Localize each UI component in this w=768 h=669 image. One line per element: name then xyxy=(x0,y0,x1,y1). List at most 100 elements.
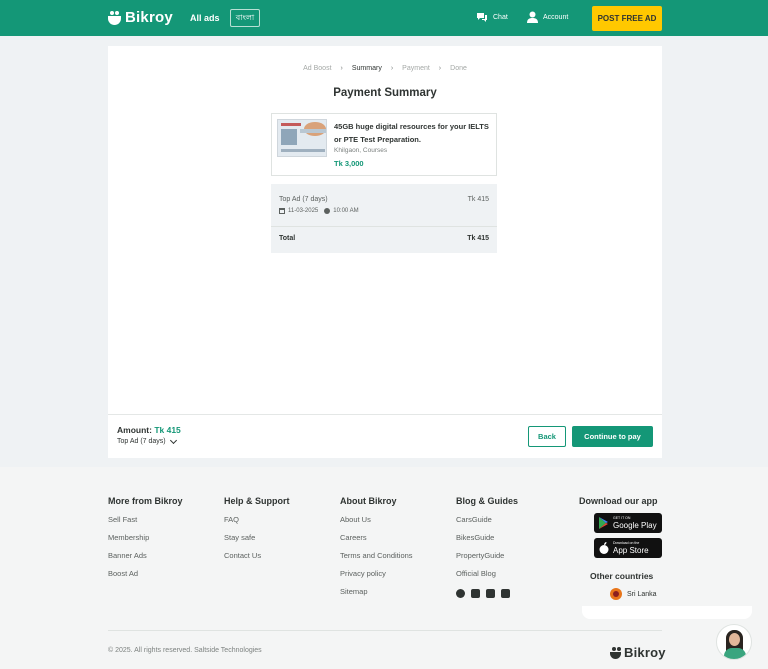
post-free-ad-button[interactable]: POST FREE AD xyxy=(592,6,662,31)
chevron-down-icon xyxy=(169,436,177,444)
app-store-small: Download on the xyxy=(613,541,640,545)
footer-divider xyxy=(108,630,662,631)
youtube-icon[interactable] xyxy=(501,589,510,598)
card-footer-divider xyxy=(108,414,662,415)
footer-link[interactable]: Contact Us xyxy=(224,551,290,569)
ad-preview: 45GB huge digital resources for your IEL… xyxy=(271,113,497,176)
amount-value: Tk 415 xyxy=(154,425,181,435)
footer-link[interactable]: Stay safe xyxy=(224,533,290,551)
footer-col-about: About Bikroy About Us Careers Terms and … xyxy=(340,496,413,605)
app-store-button[interactable]: Download on the App Store xyxy=(594,538,662,558)
footer-link[interactable]: Boost Ad xyxy=(108,569,183,587)
summary-schedule: 11-03-2025 10:00 AM xyxy=(279,208,359,214)
footer-logo[interactable]: Bikroy xyxy=(610,645,666,660)
breadcrumb-ad-boost: Ad Boost xyxy=(303,65,332,72)
footer-link[interactable]: Membership xyxy=(108,533,183,551)
breadcrumb-summary: Summary xyxy=(351,65,382,72)
footer-link[interactable]: PropertyGuide xyxy=(456,551,518,569)
bikroy-logo-icon xyxy=(108,10,121,25)
footer-link[interactable]: Sell Fast xyxy=(108,515,183,533)
chat-label: Chat xyxy=(493,13,508,21)
footer-link[interactable]: BikesGuide xyxy=(456,533,518,551)
total-label: Total xyxy=(279,235,296,242)
footer-link[interactable]: CarsGuide xyxy=(456,515,518,533)
copyright: © 2025. All rights reserved. Saltside Te… xyxy=(108,647,262,654)
chevron-right-icon: › xyxy=(340,65,343,72)
ad-price: Tk 3,000 xyxy=(334,159,364,168)
support-chat-avatar[interactable] xyxy=(716,624,752,660)
ad-title: 45GB huge digital resources for your IEL… xyxy=(334,122,489,144)
app-store-label: App Store xyxy=(613,546,649,555)
footer-col-more: More from Bikroy Sell Fast Membership Ba… xyxy=(108,496,183,587)
total-value: Tk 415 xyxy=(467,235,489,242)
site-footer: More from Bikroy Sell Fast Membership Ba… xyxy=(0,467,768,669)
floating-panel xyxy=(582,606,752,619)
order-summary: Top Ad (7 days) Tk 415 11-03-2025 10:00 … xyxy=(271,184,497,253)
user-icon xyxy=(527,11,538,23)
breadcrumb: Ad Boost › Summary › Payment › Done xyxy=(108,65,662,72)
summary-item-row: Top Ad (7 days) Tk 415 xyxy=(279,196,489,203)
country-name: Sri Lanka xyxy=(627,590,657,598)
summary-item-price: Tk 415 xyxy=(467,196,489,203)
footer-link[interactable]: About Us xyxy=(340,515,413,533)
footer-brand-name: Bikroy xyxy=(624,645,666,660)
all-ads-link[interactable]: All ads xyxy=(190,13,220,23)
continue-to-pay-button[interactable]: Continue to pay xyxy=(572,426,653,447)
bikroy-logo-icon xyxy=(610,646,621,659)
footer-heading: Download our app xyxy=(579,496,658,506)
apple-icon xyxy=(599,542,609,554)
breadcrumb-done: Done xyxy=(450,65,467,72)
footer-heading: Help & Support xyxy=(224,496,290,506)
footer-heading: About Bikroy xyxy=(340,496,397,506)
chat-link[interactable]: Chat xyxy=(476,12,508,22)
account-label: Account xyxy=(543,13,569,21)
back-button[interactable]: Back xyxy=(528,426,566,447)
footer-heading: Blog & Guides xyxy=(456,496,519,506)
amount-label: Amount: xyxy=(117,425,152,435)
chat-icon xyxy=(477,13,487,22)
amount-details-toggle[interactable]: Top Ad (7 days) xyxy=(117,436,177,445)
footer-col-blog: Blog & Guides CarsGuide BikesGuide Prope… xyxy=(456,496,518,598)
social-links xyxy=(456,589,518,598)
footer-link[interactable]: Official Blog xyxy=(456,569,518,587)
footer-link[interactable]: Privacy policy xyxy=(340,569,413,587)
footer-heading: More from Bikroy xyxy=(108,496,183,506)
google-play-button[interactable]: GET IT ON Google Play xyxy=(594,513,662,533)
other-countries-heading: Other countries xyxy=(590,571,654,581)
x-icon[interactable] xyxy=(471,589,480,598)
country-link-sri-lanka[interactable]: Sri Lanka xyxy=(610,588,657,600)
ad-location: Khilgaon, Courses xyxy=(334,147,388,154)
google-play-small: GET IT ON xyxy=(613,516,631,520)
footer-link[interactable]: FAQ xyxy=(224,515,290,533)
amount-sub-label: Top Ad (7 days) xyxy=(117,438,166,445)
account-link[interactable]: Account xyxy=(527,11,568,23)
summary-date: 11-03-2025 xyxy=(288,208,319,214)
bikroy-logo[interactable]: Bikroy xyxy=(108,9,173,26)
footer-link[interactable]: Sitemap xyxy=(340,587,413,605)
summary-item-label: Top Ad (7 days) xyxy=(279,196,328,203)
page-title: Payment Summary xyxy=(333,87,437,99)
ad-thumbnail xyxy=(277,119,327,157)
footer-link[interactable]: Terms and Conditions xyxy=(340,551,413,569)
google-play-label: Google Play xyxy=(613,521,657,530)
chevron-right-icon: › xyxy=(438,65,442,72)
facebook-icon[interactable] xyxy=(456,589,465,598)
brand-name: Bikroy xyxy=(125,9,173,26)
footer-col-help: Help & Support FAQ Stay safe Contact Us xyxy=(224,496,290,569)
tiktok-icon[interactable] xyxy=(486,589,495,598)
summary-total-row: Total Tk 415 xyxy=(279,235,489,242)
top-header: Bikroy All ads বাংলা Chat Account POST F… xyxy=(0,0,768,36)
payment-card: Ad Boost › Summary › Payment › Done Paym… xyxy=(108,46,662,458)
language-toggle[interactable]: বাংলা xyxy=(230,9,260,27)
breadcrumb-payment: Payment xyxy=(402,65,430,72)
google-play-icon xyxy=(599,517,608,529)
summary-time: 10:00 AM xyxy=(333,208,359,214)
calendar-icon xyxy=(279,208,285,214)
chevron-right-icon: › xyxy=(390,65,394,72)
footer-link[interactable]: Careers xyxy=(340,533,413,551)
footer-link[interactable]: Banner Ads xyxy=(108,551,183,569)
summary-divider xyxy=(271,226,497,227)
clock-icon xyxy=(324,208,331,214)
amount-display: Amount: Tk 415 xyxy=(117,425,181,435)
sri-lanka-flag-icon xyxy=(610,588,622,600)
